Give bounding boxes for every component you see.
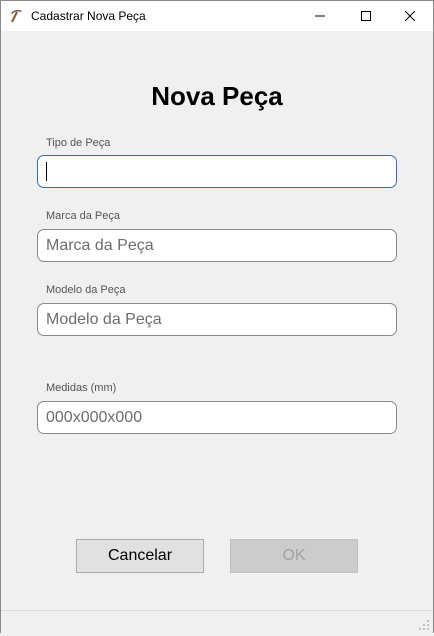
window-title: Cadastrar Nova Peça (31, 9, 146, 23)
text-caret (46, 162, 47, 181)
medidas-input[interactable] (37, 401, 397, 434)
modelo-peca-input[interactable] (37, 303, 397, 336)
pickaxe-icon (9, 8, 25, 24)
marca-peca-input[interactable] (37, 229, 397, 262)
modelo-peca-label: Modelo da Peça (46, 284, 126, 296)
cancel-button[interactable]: Cancelar (76, 539, 204, 573)
minimize-button[interactable] (297, 1, 343, 31)
medidas-label: Medidas (mm) (46, 382, 117, 394)
ok-button[interactable]: OK (230, 539, 358, 573)
maximize-icon (361, 11, 371, 21)
close-icon (405, 11, 415, 21)
tipo-peca-input[interactable] (37, 155, 397, 188)
resize-grip-icon[interactable] (418, 618, 430, 630)
maximize-button[interactable] (343, 1, 389, 31)
dialog-window: Cadastrar Nova Peça Nova Peça Tipo de Pe… (0, 0, 434, 633)
minimize-icon (315, 15, 325, 17)
marca-peca-label: Marca da Peça (46, 210, 120, 222)
title-bar[interactable]: Cadastrar Nova Peça (1, 1, 433, 31)
form-heading: Nova Peça (151, 81, 283, 111)
close-button[interactable] (387, 1, 433, 31)
status-bar (1, 610, 433, 633)
tipo-peca-label: Tipo de Peça (46, 137, 111, 149)
